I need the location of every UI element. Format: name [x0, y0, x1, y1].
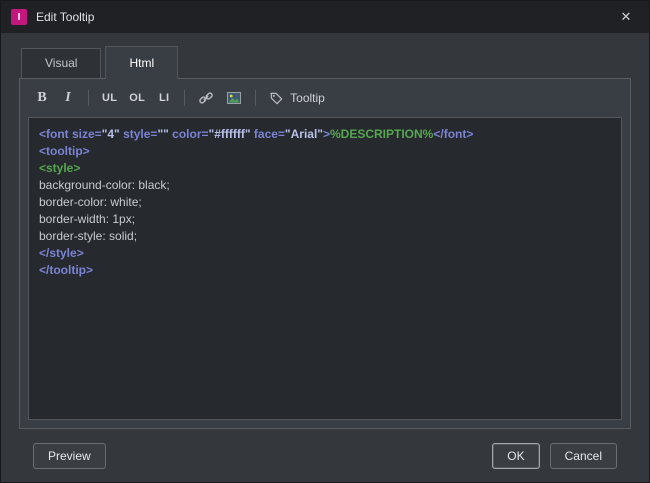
insert-image-button[interactable]: [221, 86, 247, 110]
italic-button[interactable]: I: [56, 86, 80, 110]
window-title: Edit Tooltip: [36, 10, 95, 24]
cancel-button[interactable]: Cancel: [549, 442, 617, 469]
editor-toolbar: B I UL OL LI Tooltip: [20, 79, 630, 117]
tab-visual[interactable]: Visual: [21, 48, 102, 78]
unordered-list-button[interactable]: UL: [97, 86, 122, 110]
code-line: <tooltip>: [39, 144, 90, 158]
code-line: border-style: solid;: [39, 229, 138, 243]
code-line: </tooltip>: [39, 263, 93, 277]
edit-tooltip-dialog: I Edit Tooltip ✕ Visual Html B I UL OL L…: [0, 0, 650, 483]
ordered-list-button[interactable]: OL: [124, 86, 150, 110]
link-icon: [198, 90, 214, 106]
tag-icon: [269, 91, 284, 106]
code-editor[interactable]: <font size="4" style="" color="#ffffff" …: [28, 117, 622, 420]
title-bar: I Edit Tooltip ✕: [1, 1, 649, 33]
insert-link-button[interactable]: [193, 86, 219, 110]
html-tab-panel: B I UL OL LI Tooltip <font size="4" styl…: [19, 78, 631, 429]
list-item-button[interactable]: LI: [152, 86, 176, 110]
image-icon: [226, 90, 242, 106]
close-button[interactable]: ✕: [603, 1, 649, 33]
app-icon: I: [11, 9, 27, 25]
code-line: border-color: white;: [39, 195, 142, 209]
toolbar-separator: [255, 90, 257, 106]
code-line: background-color: black;: [39, 178, 170, 192]
code-line: </style>: [39, 246, 84, 260]
toolbar-separator: [88, 90, 89, 106]
ok-button[interactable]: OK: [492, 442, 540, 469]
bold-button[interactable]: B: [30, 86, 54, 110]
code-line: border-width: 1px;: [39, 212, 136, 226]
tab-bar: Visual Html: [19, 46, 631, 79]
toolbar-separator: [184, 90, 186, 106]
dialog-footer: Preview OK Cancel: [19, 429, 631, 482]
code-line: <style>: [39, 161, 81, 175]
preview-button[interactable]: Preview: [33, 442, 106, 469]
tab-html[interactable]: Html: [105, 46, 179, 79]
dialog-content: Visual Html B I UL OL LI Tooltip <font s…: [1, 33, 649, 482]
insert-tooltip-button[interactable]: Tooltip: [264, 86, 330, 110]
tooltip-button-label: Tooltip: [290, 91, 325, 105]
code-line: <font size="4" style="" color="#ffffff" …: [39, 127, 474, 141]
